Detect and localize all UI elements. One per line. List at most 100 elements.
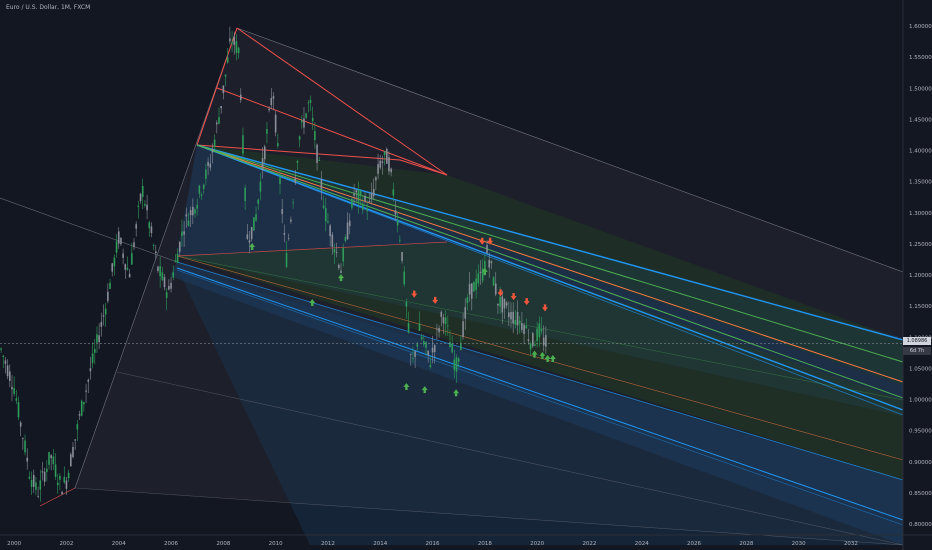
candle-body: [283, 233, 286, 235]
candle-body: [124, 264, 127, 270]
candle-body: [418, 323, 421, 331]
candle-body: [72, 446, 74, 458]
candle-body: [396, 219, 399, 226]
candle-body: [46, 468, 48, 473]
candle-body: [109, 282, 111, 289]
candle-body: [527, 339, 530, 342]
candle-body: [168, 285, 170, 290]
candle-body: [466, 297, 469, 303]
pitchfork-chart[interactable]: 1.60000 1.55000 1.50000 1.45000 1.40000 1.350…: [0, 0, 932, 550]
candle-body: [65, 480, 68, 489]
candle-body: [521, 323, 523, 330]
candle-body: [185, 214, 188, 217]
candle-body: [159, 266, 161, 277]
candle-body: [366, 208, 368, 212]
candle-body: [189, 210, 192, 216]
candle-body: [531, 333, 534, 347]
candle-body: [427, 350, 429, 356]
candle-body: [233, 36, 236, 45]
candle-body: [39, 480, 42, 490]
candle-body: [165, 292, 168, 298]
candle-body: [429, 365, 432, 368]
candle-body: [272, 96, 275, 99]
candle-body: [457, 358, 460, 362]
candle-body: [83, 402, 85, 405]
candle-body: [213, 139, 216, 147]
candle-body: [178, 241, 181, 252]
candle-body: [433, 345, 436, 352]
candle-body: [340, 270, 342, 274]
candle-body: [211, 149, 214, 153]
last-price-badge: 1.08986: [903, 337, 931, 345]
candle-body: [67, 472, 70, 479]
candle-body: [113, 257, 116, 267]
candle-body: [359, 191, 362, 196]
candle-body: [59, 475, 61, 480]
candle-body: [257, 199, 260, 204]
candle-body: [50, 455, 52, 458]
candle-body: [385, 148, 388, 164]
candle-body: [15, 398, 18, 401]
y-tick-label: 1.00000: [909, 398, 932, 404]
candle-body: [331, 234, 334, 247]
candle-body: [192, 206, 194, 216]
x-tick-label: 2014: [373, 541, 387, 547]
candle-body: [416, 344, 419, 347]
candle-body: [351, 198, 353, 208]
candle-body: [407, 323, 410, 333]
candle-body: [529, 343, 532, 350]
candle-body: [87, 379, 90, 382]
candle-body: [146, 204, 148, 211]
candle-body: [122, 253, 124, 258]
y-tick-label: 1.50000: [909, 86, 932, 92]
candle-body: [220, 105, 222, 109]
candle-body: [333, 248, 336, 253]
candle-body: [107, 291, 109, 302]
candle-body: [181, 231, 183, 236]
candle-body: [316, 144, 318, 163]
x-tick-label: 2000: [7, 541, 21, 547]
candle-body: [170, 282, 172, 289]
x-tick-label: 2012: [321, 541, 335, 547]
candle-body: [525, 326, 528, 329]
candle-body: [229, 38, 231, 42]
candle-body: [259, 181, 262, 192]
candle-body: [242, 135, 244, 154]
candle-body: [117, 231, 120, 244]
y-tick-label: 1.05000: [909, 366, 932, 372]
candle-body: [235, 41, 238, 53]
candle-body: [414, 351, 416, 357]
candle-body: [279, 177, 281, 185]
candle-body: [148, 222, 151, 228]
candle-body: [56, 482, 59, 486]
candle-body: [231, 41, 233, 44]
candle-body: [320, 179, 323, 189]
candle-body: [492, 277, 495, 286]
candle-body: [462, 321, 464, 337]
candle-body: [514, 320, 517, 325]
candle-body: [518, 320, 521, 324]
y-tick-label: 1.45000: [909, 117, 932, 123]
candle-body: [536, 328, 538, 342]
candle-body: [270, 98, 273, 106]
candle-body: [126, 267, 129, 270]
candle-body: [372, 188, 375, 197]
candle-body: [423, 341, 425, 345]
candle-body: [224, 74, 227, 77]
candle-body: [172, 272, 175, 278]
candle-body: [381, 161, 384, 163]
candle-body: [399, 239, 401, 241]
candle-body: [32, 475, 35, 487]
candle-body: [26, 457, 29, 462]
candle-body: [379, 160, 382, 168]
candle-body: [222, 85, 225, 94]
candle-body: [497, 303, 499, 306]
candle-body: [390, 168, 392, 173]
candle-body: [486, 244, 488, 253]
candle-body: [451, 343, 453, 353]
candle-body: [449, 342, 451, 348]
candle-body: [43, 471, 46, 482]
candle-body: [281, 209, 283, 215]
candle-body: [246, 234, 249, 239]
candle-body: [61, 491, 63, 495]
